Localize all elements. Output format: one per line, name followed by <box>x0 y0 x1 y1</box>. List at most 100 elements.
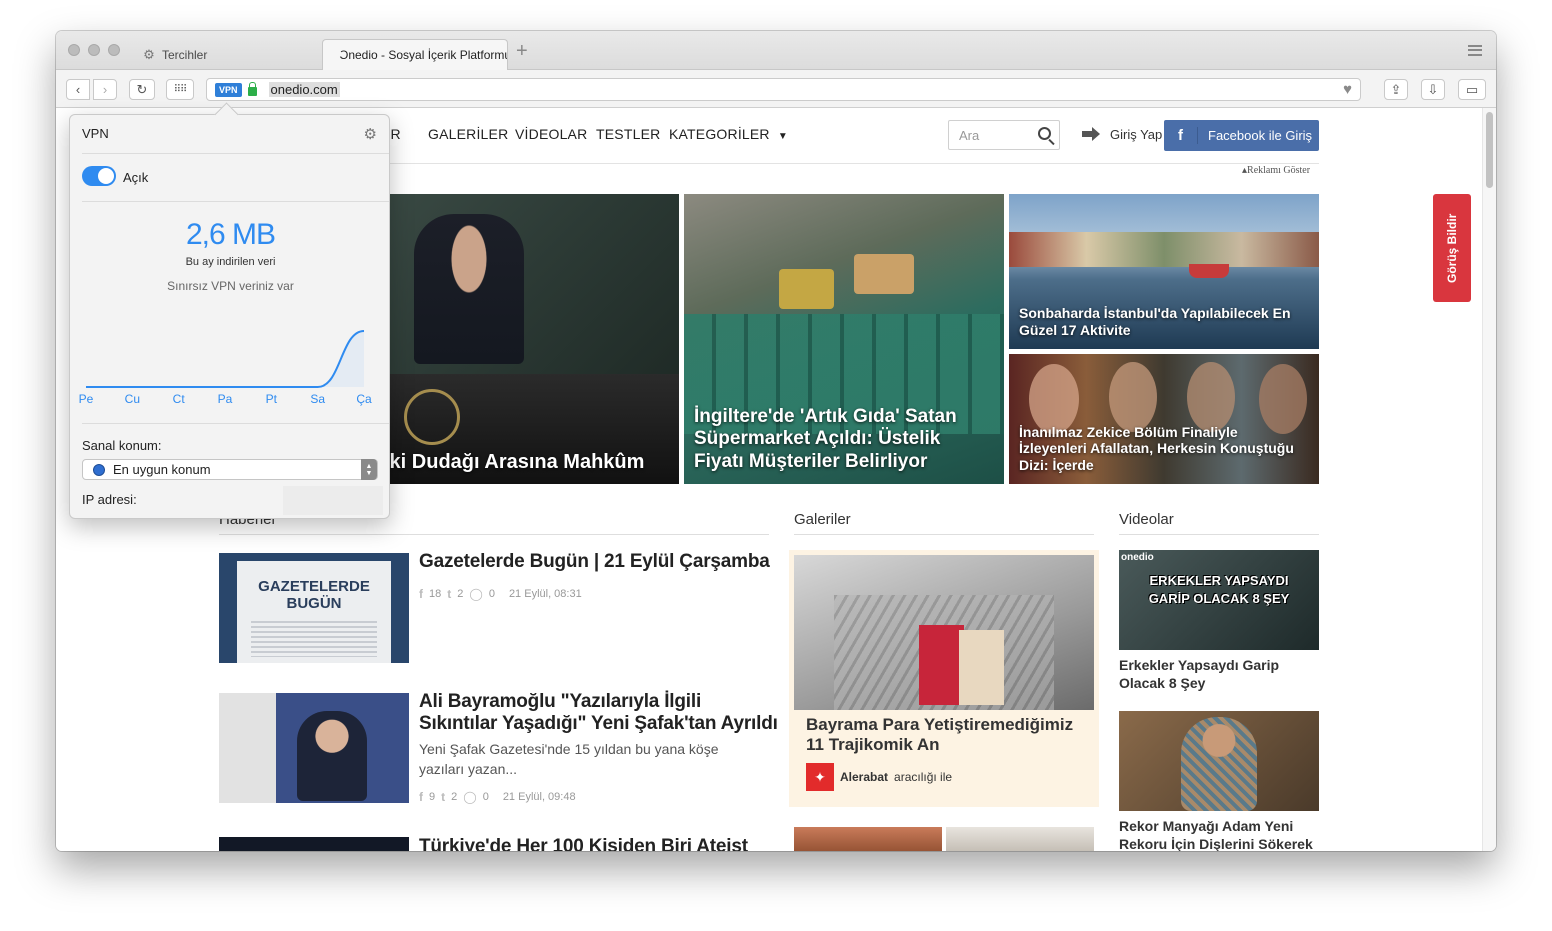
new-tab-button[interactable]: + <box>516 41 528 61</box>
address-bar[interactable]: VPN onedio.com ♥ <box>206 78 1361 101</box>
news-title[interactable]: Türkiye'de Her 100 Kişiden Biri Ateist <box>419 836 779 851</box>
show-ad-link[interactable]: ▴Reklamı Göster <box>1242 165 1310 176</box>
share-button[interactable]: ⇪ <box>1384 79 1408 100</box>
lock-icon[interactable] <box>247 82 257 96</box>
scroll-thumb[interactable] <box>1486 112 1493 188</box>
nav-label: KATEGORİLER <box>669 126 770 142</box>
select-arrows-icon: ▲ ▼ <box>361 459 377 480</box>
tab-onedio[interactable]: Onedio - Sosyal İçerik Platformu <box>322 39 508 70</box>
ip-label: IP adresi: <box>82 492 137 507</box>
facebook-count: 9 <box>429 791 436 803</box>
sponsor-name[interactable]: Alerabat <box>840 770 888 784</box>
location-label: Sanal konum: <box>82 438 162 453</box>
nav-item-galleries[interactable]: GALERİLER <box>428 126 508 142</box>
vpn-day-label: Pt <box>265 392 277 406</box>
hero-photo-face-2 <box>1109 362 1157 432</box>
section-divider <box>794 534 1094 535</box>
news-title[interactable]: Ali Bayramoğlu "Yazılarıyla İlgili Sıkın… <box>419 691 779 736</box>
video-title[interactable]: Rekor Manyağı Adam Yeni Rekoru İçin Dişl… <box>1119 817 1319 851</box>
video-photo-person <box>1181 717 1257 811</box>
gallery-thumb-next[interactable] <box>946 827 1094 851</box>
tab-label: Onedio - Sosyal İçerik Platformu <box>339 48 508 62</box>
alerabat-logo-icon: ✦ <box>806 763 834 791</box>
zoom-window-button[interactable] <box>108 44 120 56</box>
gear-icon: ⚙ <box>143 46 155 62</box>
news-thumb-2[interactable] <box>219 693 409 803</box>
page-scrollbar[interactable] <box>1482 108 1496 851</box>
vpn-usage-area <box>86 331 364 387</box>
video-thumb-1[interactable]: onedio ERKEKLER YAPSAYDI GARİP OLACAK 8 … <box>1119 550 1319 650</box>
location-select[interactable]: En uygun konum ▲ ▼ <box>82 459 378 480</box>
sign-in-icon <box>1082 126 1104 142</box>
tab-list-icon[interactable] <box>1468 45 1482 56</box>
newspaper-lines <box>251 621 377 657</box>
hero-photo-bread <box>854 254 914 294</box>
nav-item-videos[interactable]: VİDEOLAR <box>515 126 587 142</box>
hero-caption: İki Dudağı Arasına Mahkûm <box>384 451 645 473</box>
feedback-button[interactable]: Görüş Bildir <box>1433 194 1471 302</box>
facebook-icon: f <box>419 790 423 804</box>
sponsor-suffix: aracılığı ile <box>894 770 953 784</box>
hero-card-2[interactable]: İngiltere'de 'Artık Gıda' Satan Süpermar… <box>684 194 1004 484</box>
speed-dial-button[interactable]: ⠿⠿ <box>166 79 194 100</box>
url-text[interactable]: onedio.com <box>268 82 340 97</box>
battery-saver-button[interactable]: ▭ <box>1458 79 1486 100</box>
share-icon: ⇪ <box>1390 81 1402 97</box>
section-divider <box>219 534 769 535</box>
hero-card-3[interactable]: Sonbaharda İstanbul'da Yapılabilecek En … <box>1009 194 1319 349</box>
news-title[interactable]: Gazetelerde Bugün | 21 Eylül Çarşamba <box>419 551 779 573</box>
heart-icon[interactable]: ♥ <box>1343 81 1352 98</box>
whatsapp-icon: ◯ <box>463 790 477 804</box>
un-emblem-icon <box>404 389 460 445</box>
news-thumb-3[interactable] <box>219 837 409 851</box>
vpn-day-label: Ça <box>356 392 372 406</box>
news-time: 21 Eylül, 08:31 <box>508 588 582 600</box>
minimize-window-button[interactable] <box>88 44 100 56</box>
hero-photo-produce <box>779 269 834 309</box>
search-icon[interactable] <box>1038 127 1051 140</box>
whatsapp-count: 0 <box>482 791 489 803</box>
hero-card-1[interactable]: İki Dudağı Arasına Mahkûm <box>374 194 679 484</box>
shopping-bag-graphic <box>959 630 1004 705</box>
search-placeholder: Ara <box>959 128 980 143</box>
vpn-day-label: Ct <box>172 392 185 406</box>
nav-item-tests[interactable]: TESTLER <box>596 126 660 142</box>
facebook-login-button[interactable]: f Facebook ile Giriş <box>1164 120 1319 151</box>
forward-button[interactable]: › <box>93 79 117 100</box>
location-value: En uygun konum <box>113 462 211 477</box>
news-thumb-1[interactable]: GAZETELERDE BUGÜN <box>219 553 409 663</box>
vpn-badge[interactable]: VPN <box>215 82 242 97</box>
section-title-videos[interactable]: Videolar <box>1119 511 1174 528</box>
hero-caption: İnanılmaz Zekice Bölüm Finaliyle İzleyen… <box>1019 423 1294 474</box>
reload-icon: ↻ <box>136 81 148 97</box>
vpn-divider <box>82 423 389 424</box>
back-button[interactable]: ‹ <box>66 79 90 100</box>
globe-icon <box>93 463 105 476</box>
download-button[interactable]: ⇩ <box>1421 79 1445 100</box>
tab-preferences[interactable]: ⚙ Tercihler <box>132 39 322 70</box>
facebook-icon: f <box>419 587 423 601</box>
search-input[interactable]: Ara <box>948 120 1060 150</box>
nav-item-categories[interactable]: KATEGORİLER ▼ <box>669 126 788 142</box>
section-title-galleries[interactable]: Galeriler <box>794 511 851 528</box>
vpn-toggle[interactable] <box>82 166 116 186</box>
thumb-text: GAZETELERDE <box>258 578 370 595</box>
hero-card-4[interactable]: İnanılmaz Zekice Bölüm Finaliyle İzleyen… <box>1009 354 1319 484</box>
vpn-unlimited-note: Sınırsız VPN veriniz var <box>167 279 294 293</box>
login-button[interactable]: Giriş Yap <box>1082 126 1162 142</box>
facebook-login-label: Facebook ile Giriş <box>1208 128 1313 143</box>
gallery-card[interactable]: Bayrama Para Yetiştiremediğimiz 11 Traji… <box>789 550 1099 807</box>
tab-label: Tercihler <box>162 47 208 62</box>
battery-icon: ▭ <box>1465 81 1479 97</box>
reload-button[interactable]: ↻ <box>129 79 155 100</box>
shopping-bag-graphic <box>919 625 964 705</box>
video-title[interactable]: Erkekler Yapsaydı Garip Olacak 8 Şey <box>1119 656 1319 692</box>
tab-bar: ⚙ Tercihler Onedio - Sosyal İçerik Platf… <box>56 31 1496 70</box>
gallery-thumb-next[interactable] <box>794 827 942 851</box>
close-window-button[interactable] <box>68 44 80 56</box>
whatsapp-icon: ◯ <box>469 587 483 601</box>
chevron-left-icon: ‹ <box>75 82 81 97</box>
video-thumb-2[interactable] <box>1119 711 1319 811</box>
vpn-divider <box>82 201 389 202</box>
gear-icon[interactable]: ⚙ <box>364 125 377 143</box>
